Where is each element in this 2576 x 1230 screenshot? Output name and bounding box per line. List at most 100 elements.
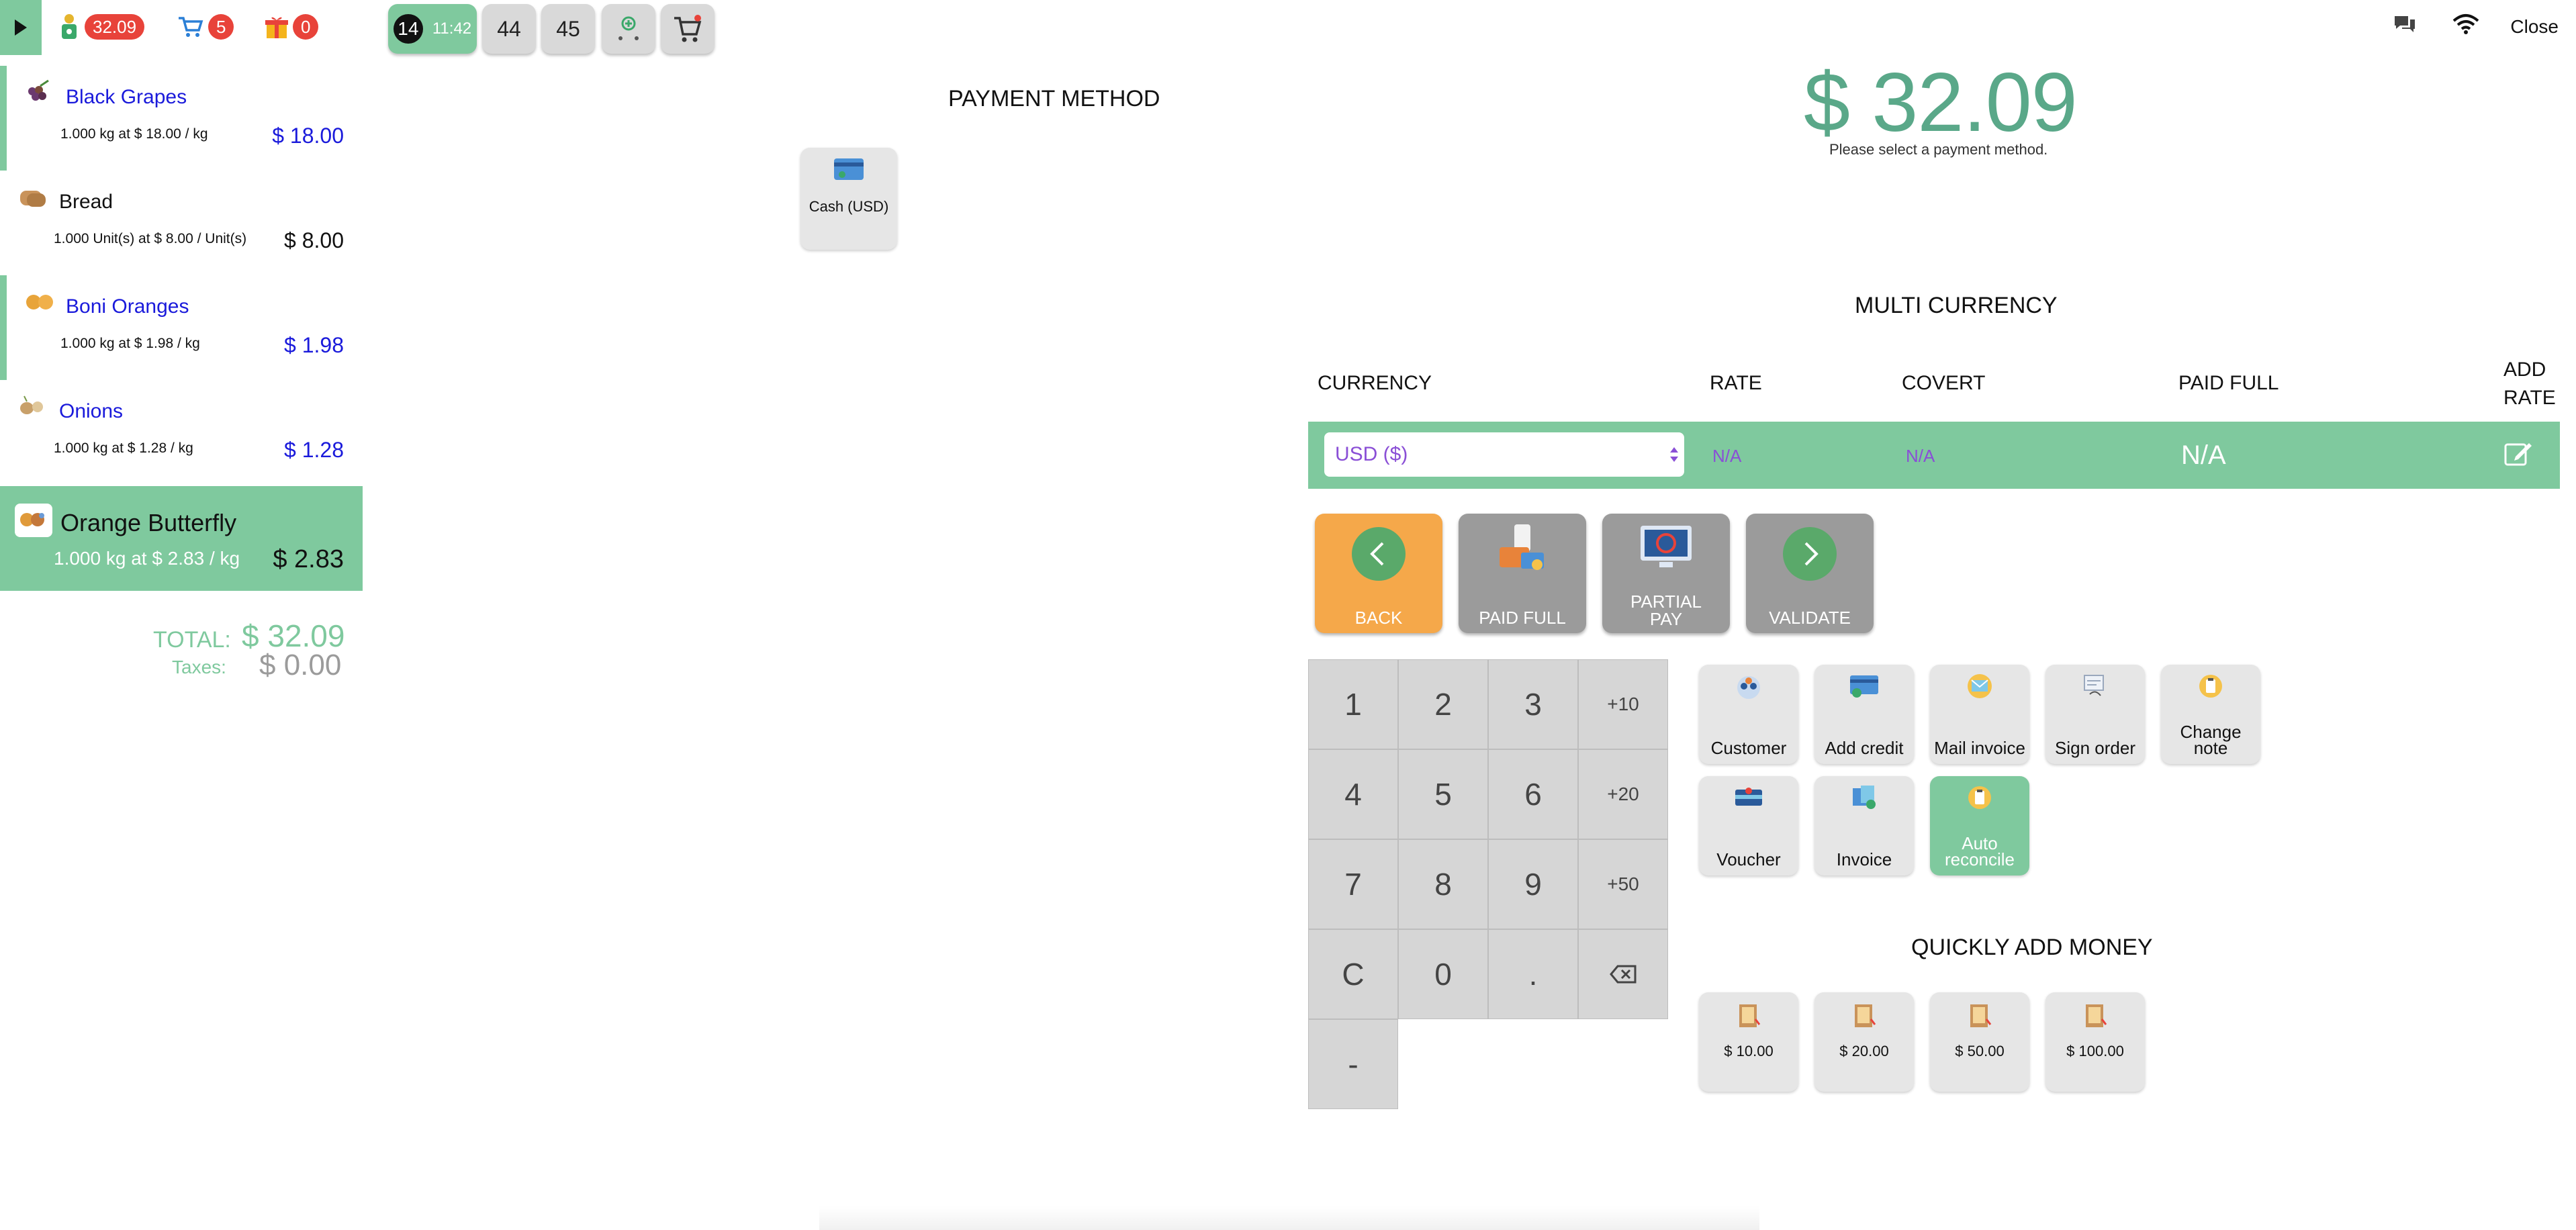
add-50-button[interactable]: $ 50.00 <box>1930 992 2029 1092</box>
rate-value: N/A <box>1712 446 1742 466</box>
rate-header: RATE <box>1710 372 1762 394</box>
chat-icon <box>2395 16 2415 32</box>
key-backspace[interactable] <box>1578 929 1668 1019</box>
add-20-button[interactable]: $ 20.00 <box>1814 992 1914 1092</box>
chevron-right-icon <box>1783 527 1837 581</box>
sign-order-button[interactable]: Sign order <box>2045 665 2145 764</box>
paid-full-button[interactable]: PAID FULL <box>1459 514 1586 633</box>
cart-icon <box>179 17 203 37</box>
add-order-button[interactable] <box>602 4 655 54</box>
option-label: Add credit <box>1825 738 1904 758</box>
option-label: Invoice <box>1836 849 1892 869</box>
total-counter[interactable]: 32.09 <box>58 12 145 42</box>
key-plus-50[interactable]: +50 <box>1578 839 1668 929</box>
invoice-button[interactable]: Invoice <box>1814 776 1914 876</box>
customer-button[interactable]: Customer <box>1699 665 1798 764</box>
money-amount: $ 100.00 <box>2066 1043 2124 1059</box>
edit-icon[interactable] <box>2503 440 2533 467</box>
cash-usd-button[interactable]: Cash (USD) <box>800 148 897 250</box>
money-box-icon <box>1739 1004 1761 1027</box>
voucher-icon <box>1735 788 1762 806</box>
gift-counter[interactable]: 0 <box>265 12 319 42</box>
key-minus[interactable]: - <box>1308 1019 1398 1109</box>
order-number: 44 <box>497 16 521 41</box>
key-4[interactable]: 4 <box>1308 749 1398 839</box>
key-clear[interactable]: C <box>1308 929 1398 1019</box>
product-name: Boni Oranges <box>66 295 189 318</box>
validate-button[interactable]: VALIDATE <box>1746 514 1874 633</box>
money-amount: $ 50.00 <box>1955 1043 2005 1059</box>
product-detail: 1.000 kg at $ 1.98 / kg <box>60 336 200 351</box>
total-label: TOTAL: <box>153 627 231 653</box>
order-line[interactable]: Boni Oranges 1.000 kg at $ 1.98 / kg $ 1… <box>0 275 363 380</box>
key-plus-20[interactable]: +20 <box>1578 749 1668 839</box>
add-rate-header-line2: RATE <box>2503 387 2556 409</box>
taxes-label: Taxes: <box>172 657 226 677</box>
wifi-icon <box>2452 14 2479 34</box>
paid-full-header: PAID FULL <box>2178 372 2279 394</box>
key-9[interactable]: 9 <box>1488 839 1578 929</box>
sign-order-icon <box>2084 675 2104 696</box>
order-tab-44[interactable]: 44 <box>482 4 536 54</box>
close-button[interactable]: Close <box>2510 16 2559 38</box>
order-time: 11:42 <box>432 19 472 38</box>
order-tab-45[interactable]: 45 <box>541 4 595 54</box>
price-tag-person-icon <box>62 14 77 39</box>
back-label: BACK <box>1354 608 1403 628</box>
key-7[interactable]: 7 <box>1308 839 1398 929</box>
money-box-icon <box>2086 1004 2107 1027</box>
order-line[interactable]: Onions 1.000 kg at $ 1.28 / kg $ 1.28 <box>0 380 363 485</box>
select-arrows-icon <box>1670 447 1678 462</box>
option-label: Sign order <box>2055 738 2135 758</box>
auto-reconcile-button[interactable]: Auto reconcile <box>1930 776 2029 876</box>
money-box-icon <box>1970 1004 1992 1027</box>
chevron-left-icon <box>1352 527 1406 581</box>
bottom-shadow <box>819 1206 1759 1230</box>
product-name: Onions <box>59 400 124 422</box>
order-number: 45 <box>556 16 580 41</box>
add-credit-button[interactable]: Add credit <box>1814 665 1914 764</box>
key-plus-10[interactable]: +10 <box>1578 659 1668 749</box>
invoice-icon <box>1853 786 1876 809</box>
covert-header: COVERT <box>1902 372 1986 394</box>
credit-card-icon <box>1850 675 1878 698</box>
order-tab-14[interactable]: 14 11:42 <box>388 4 477 54</box>
option-label: Voucher <box>1716 849 1781 869</box>
auto-reconcile-icon <box>1968 786 1991 809</box>
mail-invoice-button[interactable]: Mail invoice <box>1930 665 2029 764</box>
product-detail: 1.000 kg at $ 2.83 / kg <box>54 548 240 569</box>
paid-full-value: N/A <box>2181 440 2226 470</box>
option-label: Customer <box>1710 738 1787 758</box>
partial-pay-button[interactable]: PARTIAL PAY <box>1602 514 1730 633</box>
cart-add-icon <box>674 15 702 42</box>
key-5[interactable]: 5 <box>1398 749 1488 839</box>
currency-select[interactable]: USD ($) <box>1324 432 1684 477</box>
key-2[interactable]: 2 <box>1398 659 1488 749</box>
toggle-panel-button[interactable] <box>0 0 42 55</box>
money-box-icon <box>1855 1004 1876 1027</box>
key-6[interactable]: 6 <box>1488 749 1578 839</box>
customer-icon <box>1737 676 1760 699</box>
cart-counter[interactable]: 5 <box>177 12 234 42</box>
total-badge: 32.09 <box>85 14 145 40</box>
cart-add-button[interactable] <box>661 4 715 54</box>
change-note-button[interactable]: Change note <box>2161 665 2260 764</box>
key-decimal[interactable]: . <box>1488 929 1578 1019</box>
key-3[interactable]: 3 <box>1488 659 1578 749</box>
chat-button[interactable] <box>2392 13 2418 35</box>
back-button[interactable]: BACK <box>1315 514 1442 633</box>
add-10-button[interactable]: $ 10.00 <box>1699 992 1798 1092</box>
key-1[interactable]: 1 <box>1308 659 1398 749</box>
voucher-button[interactable]: Voucher <box>1699 776 1798 876</box>
product-name: Black Grapes <box>66 86 187 108</box>
quick-add-title: QUICKLY ADD MONEY <box>1911 935 2153 960</box>
change-note-icon <box>2199 675 2222 698</box>
key-0[interactable]: 0 <box>1398 929 1488 1019</box>
order-line[interactable]: Bread 1.000 Unit(s) at $ 8.00 / Unit(s) … <box>0 171 363 275</box>
order-line[interactable]: Black Grapes 1.000 kg at $ 18.00 / kg $ … <box>0 66 363 171</box>
add-100-button[interactable]: $ 100.00 <box>2045 992 2145 1092</box>
option-label-line2: note <box>2193 738 2228 758</box>
order-line-selected[interactable]: Orange Butterfly 1.000 kg at $ 2.83 / kg… <box>0 486 363 591</box>
multi-currency-title: MULTI CURRENCY <box>1855 293 2058 318</box>
key-8[interactable]: 8 <box>1398 839 1488 929</box>
